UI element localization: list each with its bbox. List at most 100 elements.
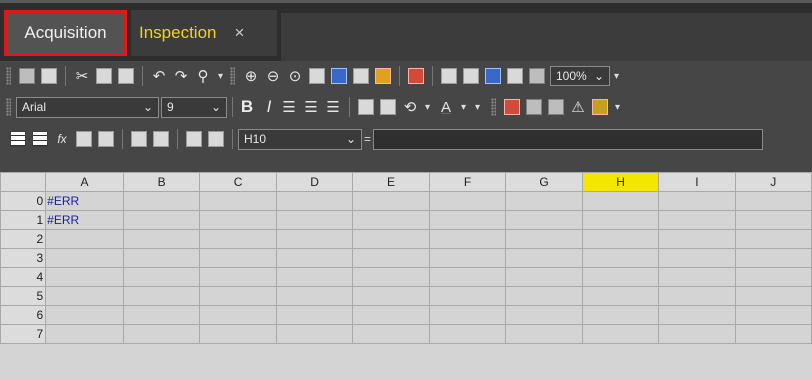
font-name-select[interactable]: Arial ⌄ <box>16 96 159 118</box>
zoom-in-icon[interactable]: ⊕ <box>242 67 260 85</box>
cell[interactable] <box>505 324 583 344</box>
cell[interactable] <box>352 191 430 211</box>
merge-cells-icon[interactable] <box>504 99 520 115</box>
cell[interactable] <box>581 305 660 325</box>
cell[interactable] <box>45 229 124 249</box>
italic-button[interactable]: I <box>260 97 278 117</box>
toolbar-overflow-icon[interactable]: ▾ <box>475 101 481 113</box>
cell[interactable] <box>581 324 660 344</box>
settings-icon[interactable] <box>529 68 545 84</box>
cell[interactable] <box>199 267 277 287</box>
column-header-selected[interactable]: H <box>581 172 660 192</box>
cut-icon[interactable]: ✂ <box>73 67 91 85</box>
cell[interactable] <box>428 191 507 211</box>
column-header[interactable]: E <box>352 172 430 192</box>
cell[interactable] <box>45 248 124 268</box>
cell[interactable] <box>275 324 354 344</box>
cell[interactable] <box>428 324 507 344</box>
cell[interactable] <box>658 286 736 306</box>
column-header[interactable]: I <box>658 172 736 192</box>
cell[interactable] <box>734 324 812 344</box>
cell[interactable] <box>658 267 736 287</box>
cell[interactable] <box>275 286 354 306</box>
cell[interactable] <box>122 210 201 230</box>
row-header[interactable]: 5 <box>0 286 47 306</box>
cell[interactable] <box>505 191 583 211</box>
cell[interactable] <box>658 324 736 344</box>
cell[interactable] <box>428 305 507 325</box>
font-color-dropdown-icon[interactable]: ▾ <box>461 101 467 113</box>
cell[interactable] <box>122 267 201 287</box>
cell[interactable] <box>199 229 277 249</box>
redo-icon[interactable]: ↷ <box>172 67 190 85</box>
align-center-icon[interactable]: ☰ <box>302 98 320 116</box>
cell[interactable] <box>122 305 201 325</box>
cell[interactable] <box>45 305 124 325</box>
freeze-panes-icon[interactable] <box>353 68 369 84</box>
find-dropdown-icon[interactable]: ▾ <box>218 70 224 82</box>
row-header[interactable]: 2 <box>0 229 47 249</box>
font-color-icon[interactable]: A <box>437 98 455 116</box>
decrease-decimal-icon[interactable] <box>380 99 396 115</box>
row-header[interactable]: 4 <box>0 267 47 287</box>
cell[interactable] <box>734 229 812 249</box>
close-tab-icon[interactable]: × <box>235 23 245 43</box>
cell[interactable] <box>45 324 124 344</box>
bold-button[interactable]: B <box>238 97 256 117</box>
toolbar-grip[interactable] <box>6 98 11 116</box>
cell[interactable] <box>352 229 430 249</box>
function-icon[interactable]: fx <box>53 130 71 148</box>
cell[interactable] <box>581 267 660 287</box>
row-header[interactable]: 3 <box>0 248 47 268</box>
cell[interactable] <box>505 248 583 268</box>
tab-acquisition[interactable]: Acquisition <box>4 10 127 56</box>
comment-icon[interactable] <box>153 131 169 147</box>
align-right-icon[interactable]: ☰ <box>324 98 342 116</box>
cell[interactable] <box>352 324 430 344</box>
corner-cell[interactable] <box>0 172 47 192</box>
cell-borders-icon[interactable] <box>548 99 564 115</box>
toolbar-grip[interactable] <box>230 67 235 85</box>
tab-inspection[interactable]: Inspection × <box>131 10 277 56</box>
toolbar-overflow-icon[interactable]: ▾ <box>615 101 621 113</box>
column-header[interactable]: G <box>505 172 583 192</box>
graphics-icon[interactable] <box>131 131 147 147</box>
cell[interactable] <box>275 305 354 325</box>
cell[interactable] <box>658 305 736 325</box>
cell[interactable] <box>199 286 277 306</box>
cell[interactable] <box>734 286 812 306</box>
insert-image-icon[interactable] <box>375 68 391 84</box>
cell[interactable]: #ERR <box>45 210 124 230</box>
cell[interactable] <box>352 210 430 230</box>
conditional-format-icon[interactable] <box>592 99 608 115</box>
toolbar-overflow-icon[interactable]: ▾ <box>614 70 620 82</box>
row-header[interactable]: 1 <box>0 210 47 230</box>
zoom-select[interactable]: 100% ⌄ <box>550 66 610 86</box>
cell-reference-select[interactable]: H10 ⌄ <box>238 128 362 150</box>
copy-sheet-icon[interactable] <box>19 68 35 84</box>
inspect-icon[interactable] <box>507 68 523 84</box>
insert-rows-icon[interactable] <box>441 68 457 84</box>
toolbar-grip[interactable] <box>491 98 496 116</box>
cell[interactable] <box>199 210 277 230</box>
checkbox-icon[interactable] <box>186 131 202 147</box>
cell[interactable] <box>275 210 354 230</box>
increase-decimal-icon[interactable] <box>358 99 374 115</box>
fill-color-dropdown-icon[interactable]: ▾ <box>425 101 431 113</box>
cell[interactable] <box>275 229 354 249</box>
cell[interactable] <box>581 229 660 249</box>
undo-icon[interactable]: ↶ <box>150 67 168 85</box>
cell[interactable] <box>505 229 583 249</box>
toolbar-grip[interactable] <box>6 67 11 85</box>
column-header[interactable]: A <box>45 172 124 192</box>
font-size-select[interactable]: 9 ⌄ <box>161 96 227 118</box>
fill-color-icon[interactable]: ⟲ <box>401 98 419 116</box>
cell[interactable] <box>428 267 507 287</box>
cell[interactable] <box>505 286 583 306</box>
cell[interactable] <box>122 229 201 249</box>
find-icon[interactable]: ⚲ <box>194 67 212 85</box>
cell[interactable] <box>122 191 201 211</box>
cell[interactable] <box>352 267 430 287</box>
column-header[interactable]: F <box>428 172 507 192</box>
list-box-icon[interactable] <box>208 131 224 147</box>
